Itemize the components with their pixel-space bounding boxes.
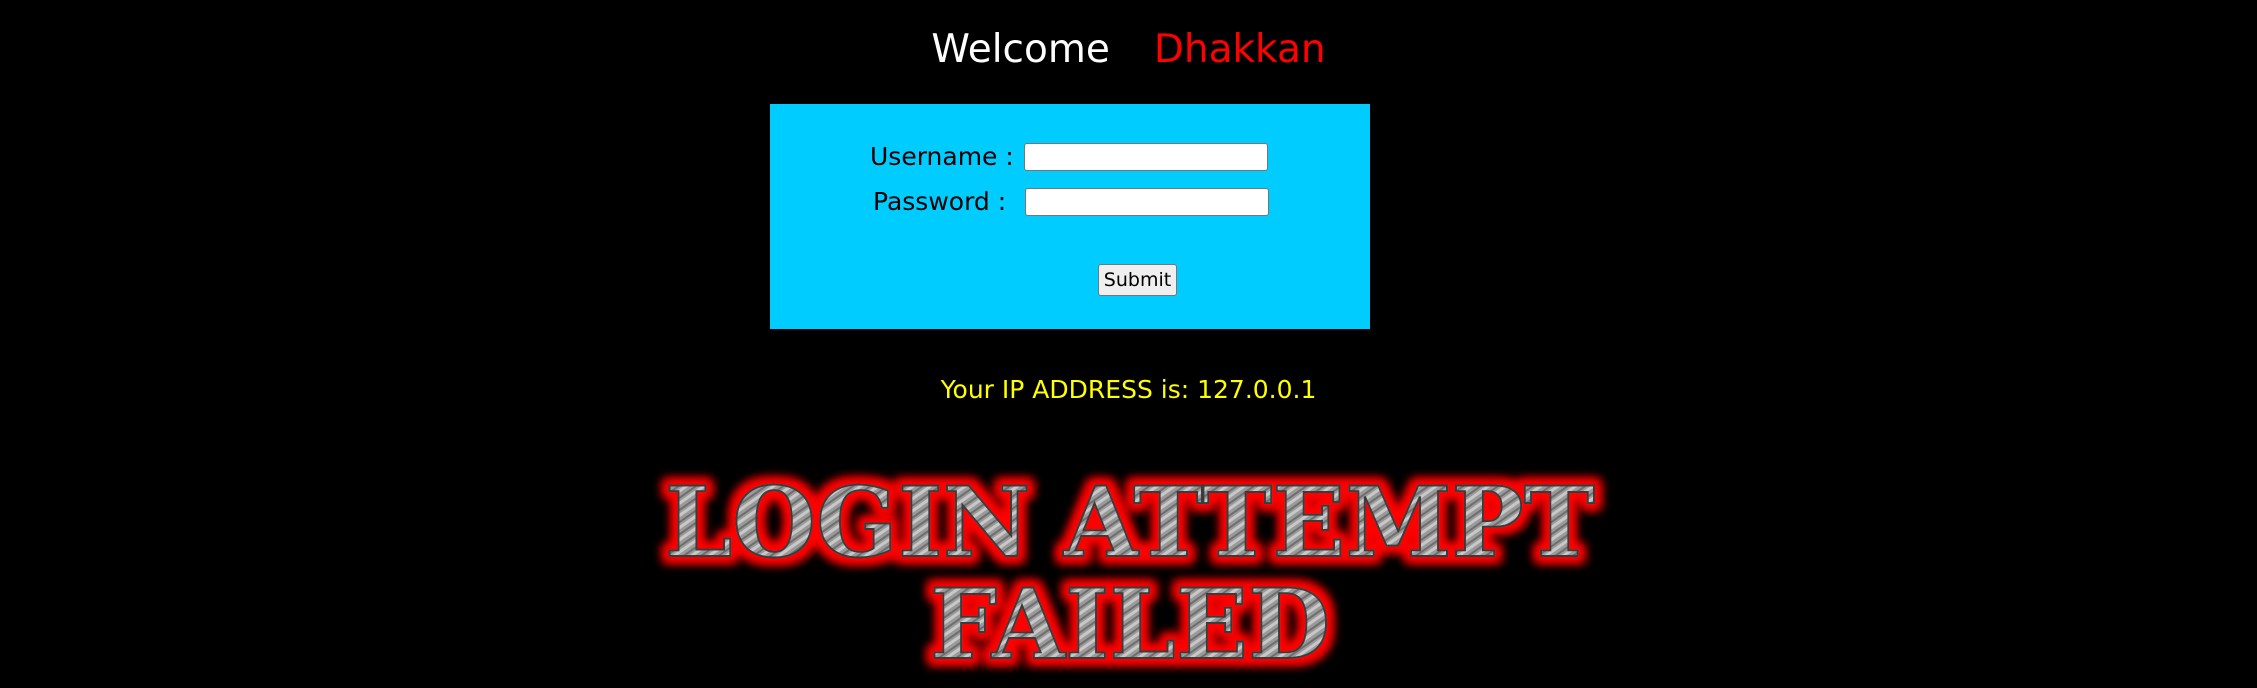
ip-address-value: 127.0.0.1 bbox=[1197, 375, 1317, 404]
username-row: Username : bbox=[870, 141, 1268, 173]
password-row: Password : bbox=[873, 186, 1269, 218]
submit-button[interactable]: Submit bbox=[1098, 264, 1177, 296]
username-label: Username : bbox=[870, 142, 1014, 171]
login-page: Welcome Dhakkan Username : Password : Sub… bbox=[0, 0, 2257, 688]
welcome-heading: Welcome Dhakkan bbox=[0, 22, 2257, 78]
login-failed-banner: LOGIN ATTEMPT FAILED bbox=[664, 468, 1596, 682]
username-input[interactable] bbox=[1024, 143, 1268, 171]
ip-address-line: Your IP ADDRESS is: 127.0.0.1 bbox=[0, 372, 2257, 408]
welcome-text: Welcome bbox=[931, 27, 1110, 72]
password-label: Password : bbox=[873, 187, 1007, 216]
login-form: Username : Password : Submit bbox=[770, 104, 1370, 329]
ip-address-label: Your IP ADDRESS is: bbox=[940, 375, 1190, 404]
welcome-username: Dhakkan bbox=[1153, 27, 1326, 72]
banner-line-1: LOGIN ATTEMPT bbox=[665, 468, 1595, 579]
password-input[interactable] bbox=[1025, 188, 1269, 216]
banner-line-2: FAILED bbox=[930, 568, 1330, 681]
